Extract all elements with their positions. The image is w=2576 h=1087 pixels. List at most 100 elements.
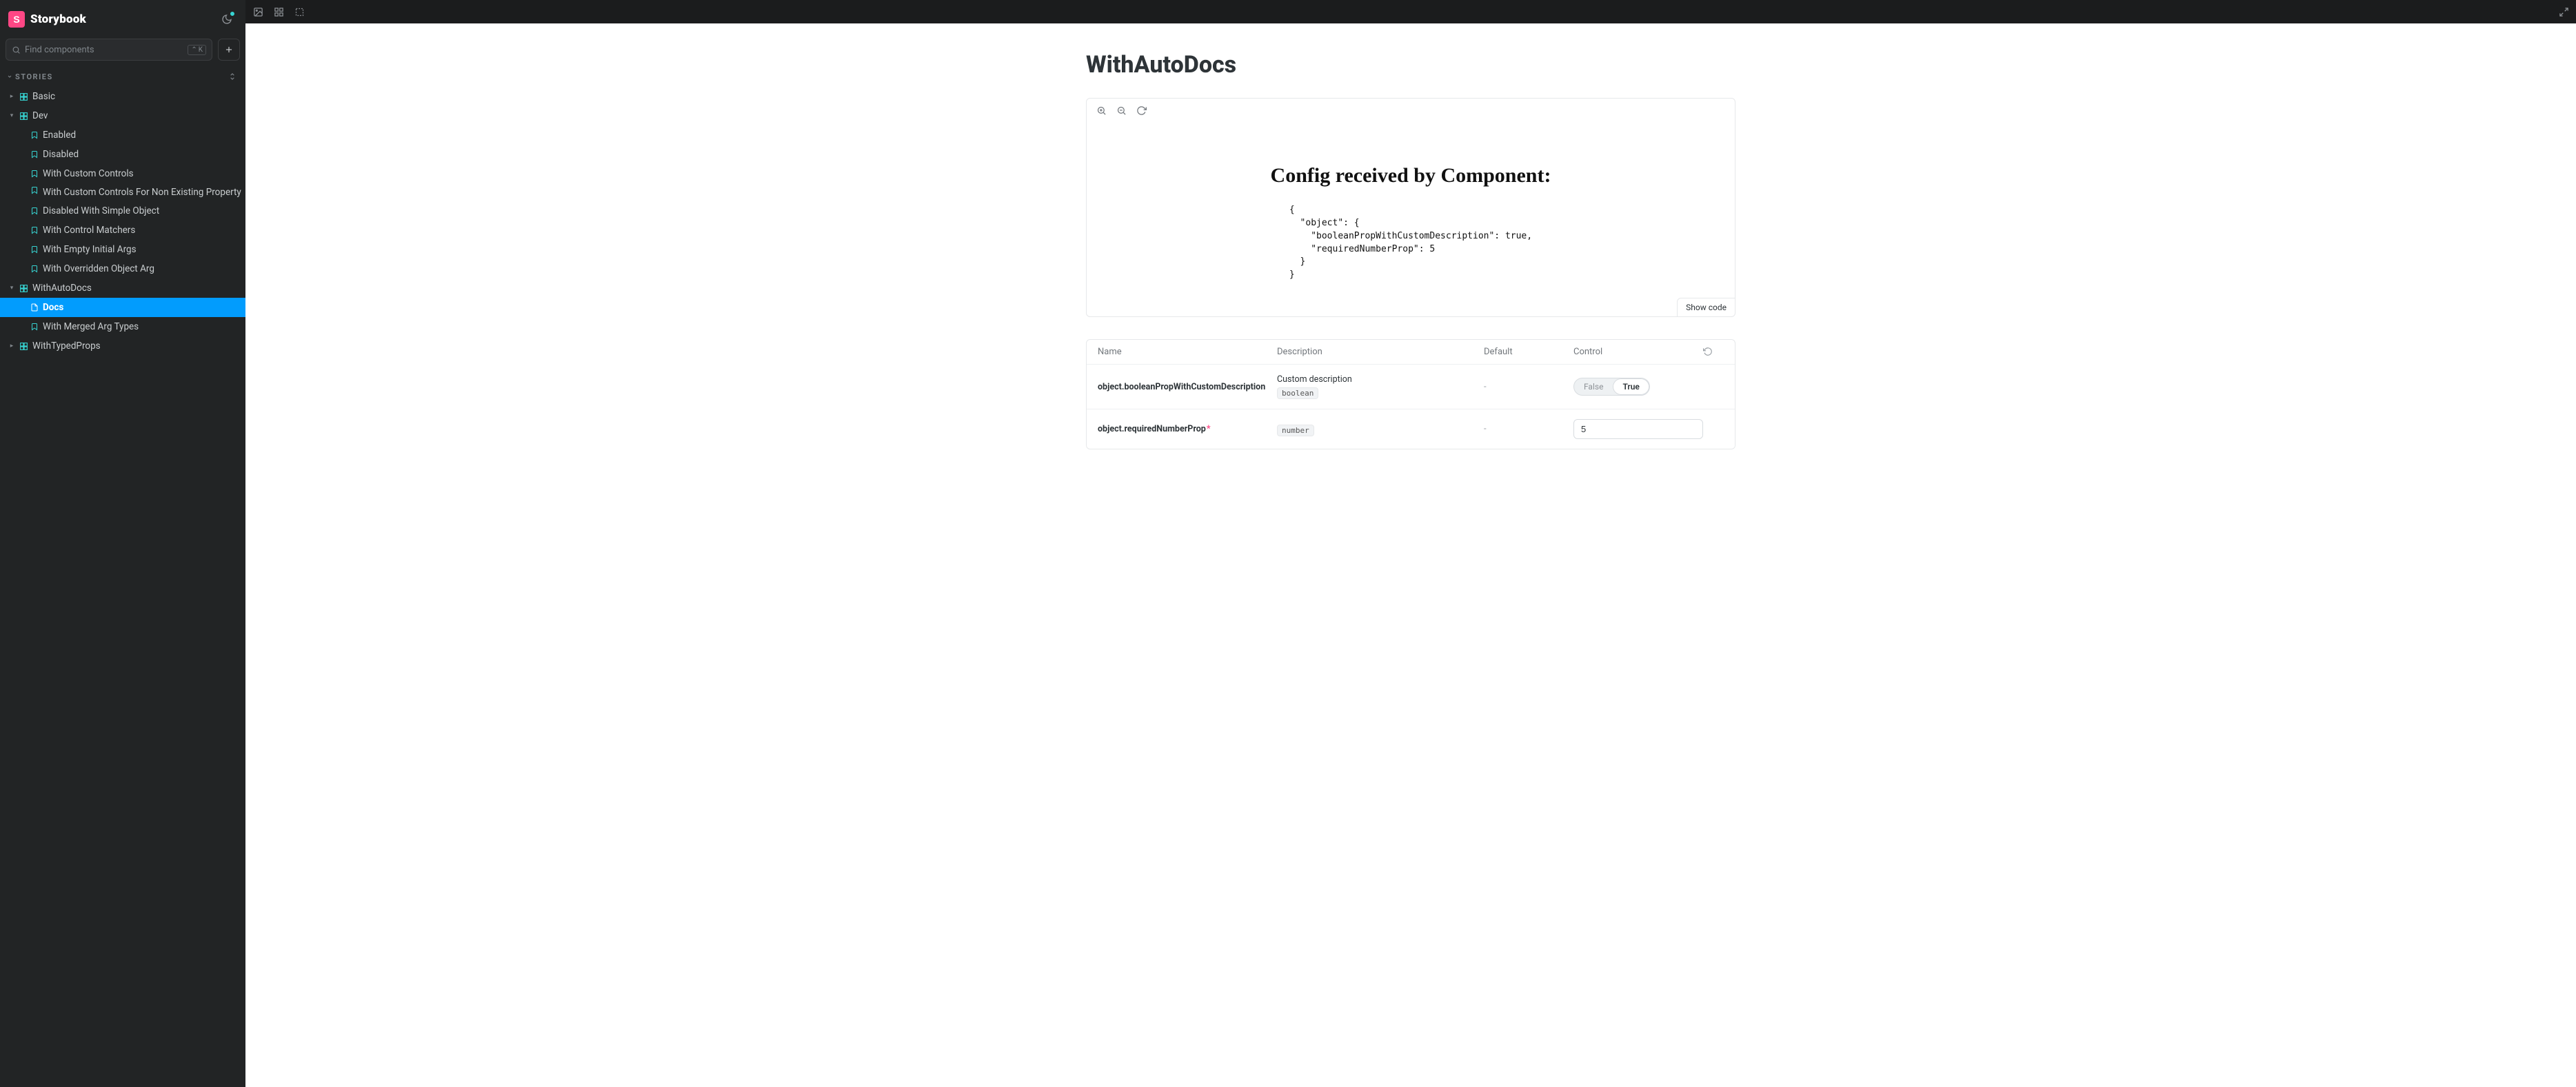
zoom-out-button[interactable]	[1116, 105, 1127, 116]
sidebar: S Storybook Find components ⌃K STORIES	[0, 0, 245, 1087]
search-input[interactable]: Find components ⌃K	[6, 39, 212, 61]
sidebar-item-label: With Control Matchers	[43, 225, 135, 236]
topbar-right	[2558, 6, 2569, 17]
sidebar-item-with-merged-arg-types[interactable]: With Merged Arg Types	[0, 317, 245, 336]
bookmark-icon	[30, 265, 39, 273]
arg-type: boolean	[1277, 387, 1318, 399]
sidebar-item-dev[interactable]: ▾ Dev	[0, 106, 245, 125]
sort-icon	[228, 72, 237, 81]
sidebar-item-enabled[interactable]: Enabled	[0, 125, 245, 145]
sidebar-item-label: Dev	[32, 110, 48, 121]
chevron-right-icon: ▸	[8, 343, 15, 349]
preview-body: Config received by Component: { "object"…	[1087, 123, 1735, 316]
undo-icon	[1703, 347, 1713, 356]
component-icon	[19, 342, 28, 351]
arg-description-cell: Custom description boolean	[1277, 374, 1484, 399]
reset-controls-button[interactable]	[1703, 347, 1724, 357]
search-row: Find components ⌃K	[0, 33, 245, 69]
status-dot	[230, 11, 235, 17]
topbar	[245, 0, 2576, 23]
sidebar-item-with-typed-props[interactable]: ▸ WithTypedProps	[0, 336, 245, 356]
sort-button[interactable]	[228, 72, 237, 81]
outline-icon	[294, 7, 305, 17]
document-icon	[30, 303, 39, 312]
sidebar-item-with-auto-docs[interactable]: ▾ WithAutoDocs	[0, 278, 245, 298]
section-label: STORIES	[15, 72, 53, 81]
component-icon	[19, 112, 28, 121]
sidebar-item-label: With Custom Controls For Non Existing Pr…	[43, 186, 241, 199]
grid-icon	[274, 7, 284, 17]
sidebar-item-basic[interactable]: ▸ Basic	[0, 87, 245, 106]
bookmark-icon	[30, 131, 39, 139]
args-row: object.booleanPropWithCustomDescription …	[1087, 364, 1735, 409]
zoom-in-button[interactable]	[1096, 105, 1107, 116]
bookmark-icon	[30, 226, 39, 234]
arg-default: -	[1484, 424, 1573, 434]
theme-toggle-button[interactable]	[219, 12, 234, 27]
sidebar-item-docs[interactable]: Docs	[0, 298, 245, 317]
arg-description-cell: number	[1277, 422, 1484, 436]
sidebar-item-label: With Custom Controls	[43, 168, 134, 179]
header-default: Default	[1484, 347, 1573, 357]
main: WithAutoDocs Config received by Componen…	[245, 0, 2576, 1087]
preview-card: Config received by Component: { "object"…	[1086, 98, 1735, 317]
stories-section-toggle[interactable]: STORIES	[7, 72, 53, 81]
sidebar-item-with-empty-initial-args[interactable]: With Empty Initial Args	[0, 240, 245, 259]
zoom-reset-button[interactable]	[1136, 105, 1147, 116]
args-table: Name Description Default Control object.…	[1086, 339, 1735, 449]
number-input[interactable]	[1573, 419, 1703, 439]
preview-toolbar	[1087, 99, 1735, 123]
sidebar-item-label: With Overridden Object Arg	[43, 263, 154, 274]
doc-inner: WithAutoDocs Config received by Componen…	[1086, 51, 1735, 449]
arg-control-cell: False True	[1573, 378, 1703, 396]
sidebar-item-with-overridden-object-arg[interactable]: With Overridden Object Arg	[0, 259, 245, 278]
brand-logo: S	[8, 11, 25, 28]
arg-name: object.requiredNumberProp*	[1098, 424, 1277, 434]
sidebar-item-label: Basic	[32, 91, 55, 102]
sidebar-item-with-control-matchers[interactable]: With Control Matchers	[0, 221, 245, 240]
brand-name: Storybook	[30, 12, 86, 26]
bookmark-icon	[30, 150, 39, 159]
brand[interactable]: S Storybook	[8, 11, 86, 28]
sidebar-item-label: Disabled With Simple Object	[43, 205, 159, 216]
args-table-header: Name Description Default Control	[1087, 340, 1735, 364]
header-name: Name	[1098, 347, 1277, 357]
chevron-down-icon: ▾	[8, 285, 15, 292]
sidebar-item-label: Enabled	[43, 130, 76, 141]
toggle-true[interactable]: True	[1613, 378, 1649, 395]
boolean-toggle[interactable]: False True	[1573, 378, 1650, 396]
add-button[interactable]	[218, 39, 240, 61]
search-shortcut: ⌃K	[188, 45, 206, 55]
args-row: object.requiredNumberProp* number -	[1087, 409, 1735, 449]
sidebar-item-with-custom-controls-nonexisting[interactable]: With Custom Controls For Non Existing Pr…	[0, 183, 245, 201]
page-title: WithAutoDocs	[1086, 51, 1735, 79]
bookmark-icon	[30, 170, 39, 178]
arg-name: object.booleanPropWithCustomDescription	[1098, 382, 1277, 392]
plus-icon	[224, 45, 234, 54]
sidebar-item-label: Disabled	[43, 149, 79, 160]
doc-scroll[interactable]: WithAutoDocs Config received by Componen…	[245, 23, 2576, 1087]
arg-description: Custom description	[1277, 374, 1484, 385]
sidebar-header: S Storybook	[0, 0, 245, 33]
preview-json: { "object": { "booleanPropWithCustomDesc…	[1289, 204, 1532, 282]
header-control: Control	[1573, 347, 1703, 357]
sidebar-item-disabled[interactable]: Disabled	[0, 145, 245, 164]
chevron-down-icon	[7, 74, 12, 79]
sidebar-item-with-custom-controls[interactable]: With Custom Controls	[0, 164, 245, 183]
arg-default: -	[1484, 382, 1573, 392]
outline-tool-button[interactable]	[294, 6, 305, 17]
image-icon	[253, 7, 263, 17]
header-description: Description	[1277, 347, 1484, 357]
sidebar-item-label: With Merged Arg Types	[43, 321, 139, 332]
refresh-icon	[1136, 105, 1147, 116]
fullscreen-button[interactable]	[2558, 6, 2569, 17]
sidebar-item-label: With Empty Initial Args	[43, 244, 137, 255]
search-icon	[12, 45, 21, 54]
show-code-button[interactable]: Show code	[1677, 298, 1735, 317]
sidebar-item-disabled-simple-object[interactable]: Disabled With Simple Object	[0, 201, 245, 221]
preview-heading: Config received by Component:	[1100, 164, 1721, 187]
tree: ▸ Basic ▾ Dev Enabled Disabled With Cust…	[0, 87, 245, 1087]
grid-tool-button[interactable]	[273, 6, 284, 17]
toggle-false[interactable]: False	[1574, 378, 1613, 395]
image-tool-button[interactable]	[252, 6, 263, 17]
